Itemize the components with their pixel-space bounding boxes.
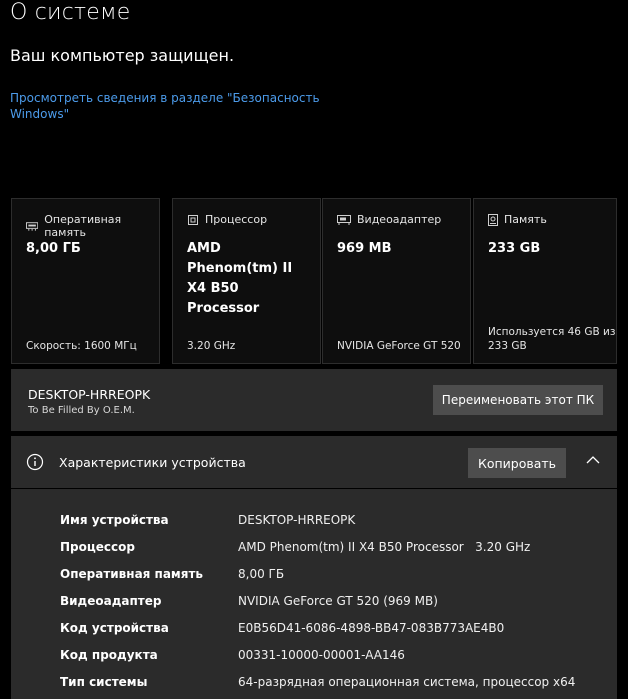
card-value: 233 GB bbox=[488, 241, 541, 256]
spec-value: NVIDIA GeForce GT 520 (969 MB) bbox=[238, 594, 438, 608]
card-detail: Используется 46 GB из 233 GB bbox=[488, 326, 616, 352]
pc-name-bar: DESKTOP-HRREOPK To Be Filled By O.E.M. П… bbox=[11, 369, 617, 431]
pc-name: DESKTOP-HRREOPK bbox=[28, 387, 151, 402]
page-title: О системе bbox=[10, 0, 131, 25]
card-label: Оперативная память bbox=[44, 213, 122, 239]
card-value: 8,00 ГБ bbox=[26, 241, 81, 256]
spec-key: Видеоадаптер bbox=[60, 594, 162, 608]
display-adapter-icon bbox=[337, 215, 351, 225]
spec-value: DESKTOP-HRREOPK bbox=[238, 513, 356, 527]
spec-key: Код устройства bbox=[60, 621, 169, 635]
protection-status: Ваш компьютер защищен. bbox=[10, 46, 235, 65]
card-processor: Процессор AMD Phenom(tm) II X4 B50 Proce… bbox=[172, 198, 321, 364]
spec-row: Тип системы 64-разрядная операционная си… bbox=[11, 675, 617, 699]
rename-pc-button[interactable]: Переименовать этот ПК bbox=[433, 385, 603, 415]
card-display-adapter: Видеоадаптер 969 MB NVIDIA GeForce GT 52… bbox=[322, 198, 471, 364]
processor-icon bbox=[188, 214, 198, 225]
spec-row: Видеоадаптер NVIDIA GeForce GT 520 (969 … bbox=[11, 594, 617, 621]
spec-value: E0B56D41-6086-4898-BB47-083B773AE4B0 bbox=[238, 621, 505, 635]
card-label: Память bbox=[504, 213, 547, 226]
device-specs-header[interactable]: Характеристики устройства Копировать bbox=[11, 436, 617, 488]
card-detail: 3.20 GHz bbox=[187, 340, 236, 352]
device-specs-title: Характеристики устройства bbox=[59, 455, 246, 470]
card-label: Видеоадаптер bbox=[357, 213, 442, 226]
spec-value: AMD Phenom(tm) II X4 B50 Processor 3.20 … bbox=[238, 540, 531, 554]
spec-row: Код устройства E0B56D41-6086-4898-BB47-0… bbox=[11, 621, 617, 648]
spec-row: Оперативная память 8,00 ГБ bbox=[11, 567, 617, 594]
spec-key: Тип системы bbox=[60, 675, 148, 689]
spec-key: Оперативная память bbox=[60, 567, 203, 581]
card-value: AMD Phenom(tm) II X4 B50 Processor bbox=[187, 241, 293, 316]
card-storage: Память 233 GB Используется 46 GB из 233 … bbox=[473, 198, 617, 364]
spec-value: 64-разрядная операционная система, проце… bbox=[238, 675, 576, 689]
spec-row: Имя устройства DESKTOP-HRREOPK bbox=[11, 513, 617, 540]
spec-key: Код продукта bbox=[60, 648, 158, 662]
memory-icon bbox=[26, 222, 39, 231]
card-label: Процессор bbox=[205, 213, 268, 226]
windows-security-link[interactable]: Просмотреть сведения в разделе "Безопасн… bbox=[10, 90, 330, 122]
spec-row: Процессор AMD Phenom(tm) II X4 B50 Proce… bbox=[11, 540, 617, 567]
spec-row: Код продукта 00331-10000-00001-AA146 bbox=[11, 648, 617, 675]
spec-value: 00331-10000-00001-AA146 bbox=[238, 648, 405, 662]
card-value: 969 MB bbox=[337, 241, 392, 256]
info-icon bbox=[26, 453, 44, 471]
pc-oem-label: To Be Filled By O.E.M. bbox=[28, 405, 135, 416]
card-detail: NVIDIA GeForce GT 520 bbox=[337, 340, 461, 352]
spec-key: Процессор bbox=[60, 540, 135, 554]
card-memory: Оперативная память 8,00 ГБ Скорость: 160… bbox=[11, 198, 160, 364]
chevron-up-icon[interactable] bbox=[586, 455, 600, 464]
spec-key: Имя устройства bbox=[60, 513, 169, 527]
spec-value: 8,00 ГБ bbox=[238, 567, 285, 581]
device-specs-list: Имя устройства DESKTOP-HRREOPK Процессор… bbox=[11, 489, 617, 699]
about-page: О системе Ваш компьютер защищен. Просмот… bbox=[0, 0, 628, 699]
spec-cards: Оперативная память 8,00 ГБ Скорость: 160… bbox=[11, 198, 617, 364]
storage-icon bbox=[488, 213, 498, 226]
copy-button[interactable]: Копировать bbox=[468, 448, 566, 478]
card-detail: Скорость: 1600 МГц bbox=[26, 340, 137, 352]
